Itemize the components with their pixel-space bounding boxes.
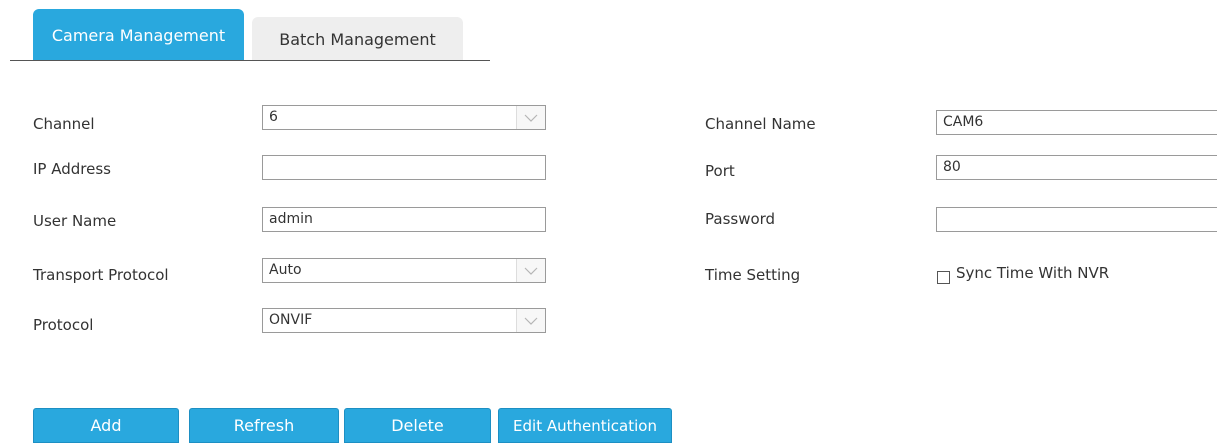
- camera-management-page: Camera Management Batch Management Chann…: [0, 0, 1217, 443]
- user-name-input[interactable]: admin: [262, 207, 546, 232]
- tab-underline: [10, 60, 490, 61]
- tab-bar: Camera Management Batch Management: [0, 0, 1217, 66]
- add-button[interactable]: Add: [33, 408, 179, 443]
- port-label: Port: [705, 162, 735, 180]
- edit-authentication-button[interactable]: Edit Authentication: [498, 408, 672, 443]
- user-name-value: admin: [269, 211, 313, 227]
- transport-protocol-value: Auto: [269, 262, 302, 278]
- tab-camera-management[interactable]: Camera Management: [33, 9, 244, 61]
- channel-name-value: CAM6: [943, 114, 984, 130]
- transport-protocol-label: Transport Protocol: [33, 266, 169, 284]
- channel-name-input[interactable]: CAM6: [936, 110, 1217, 135]
- port-input[interactable]: 80: [936, 155, 1217, 180]
- protocol-label: Protocol: [33, 316, 94, 334]
- refresh-button[interactable]: Refresh: [189, 408, 339, 443]
- sync-time-checkbox[interactable]: [937, 271, 950, 284]
- chevron-down-icon[interactable]: [516, 309, 545, 332]
- channel-name-label: Channel Name: [705, 115, 816, 133]
- channel-select-value: 6: [269, 109, 278, 125]
- protocol-value: ONVIF: [269, 312, 313, 328]
- ip-address-label: IP Address: [33, 160, 111, 178]
- chevron-down-icon[interactable]: [516, 106, 545, 129]
- user-name-label: User Name: [33, 212, 117, 230]
- port-value: 80: [943, 159, 961, 175]
- password-input[interactable]: [936, 207, 1217, 232]
- password-label: Password: [705, 210, 776, 228]
- sync-time-label[interactable]: Sync Time With NVR: [956, 264, 1109, 282]
- ip-address-input[interactable]: [262, 155, 546, 180]
- protocol-select[interactable]: ONVIF: [262, 308, 546, 333]
- channel-select[interactable]: 6: [262, 105, 546, 130]
- tab-batch-management[interactable]: Batch Management: [252, 17, 463, 61]
- delete-button[interactable]: Delete: [344, 408, 491, 443]
- transport-protocol-select[interactable]: Auto: [262, 258, 546, 283]
- chevron-down-icon[interactable]: [516, 259, 545, 282]
- channel-label: Channel: [33, 115, 95, 133]
- time-setting-label: Time Setting: [705, 266, 801, 284]
